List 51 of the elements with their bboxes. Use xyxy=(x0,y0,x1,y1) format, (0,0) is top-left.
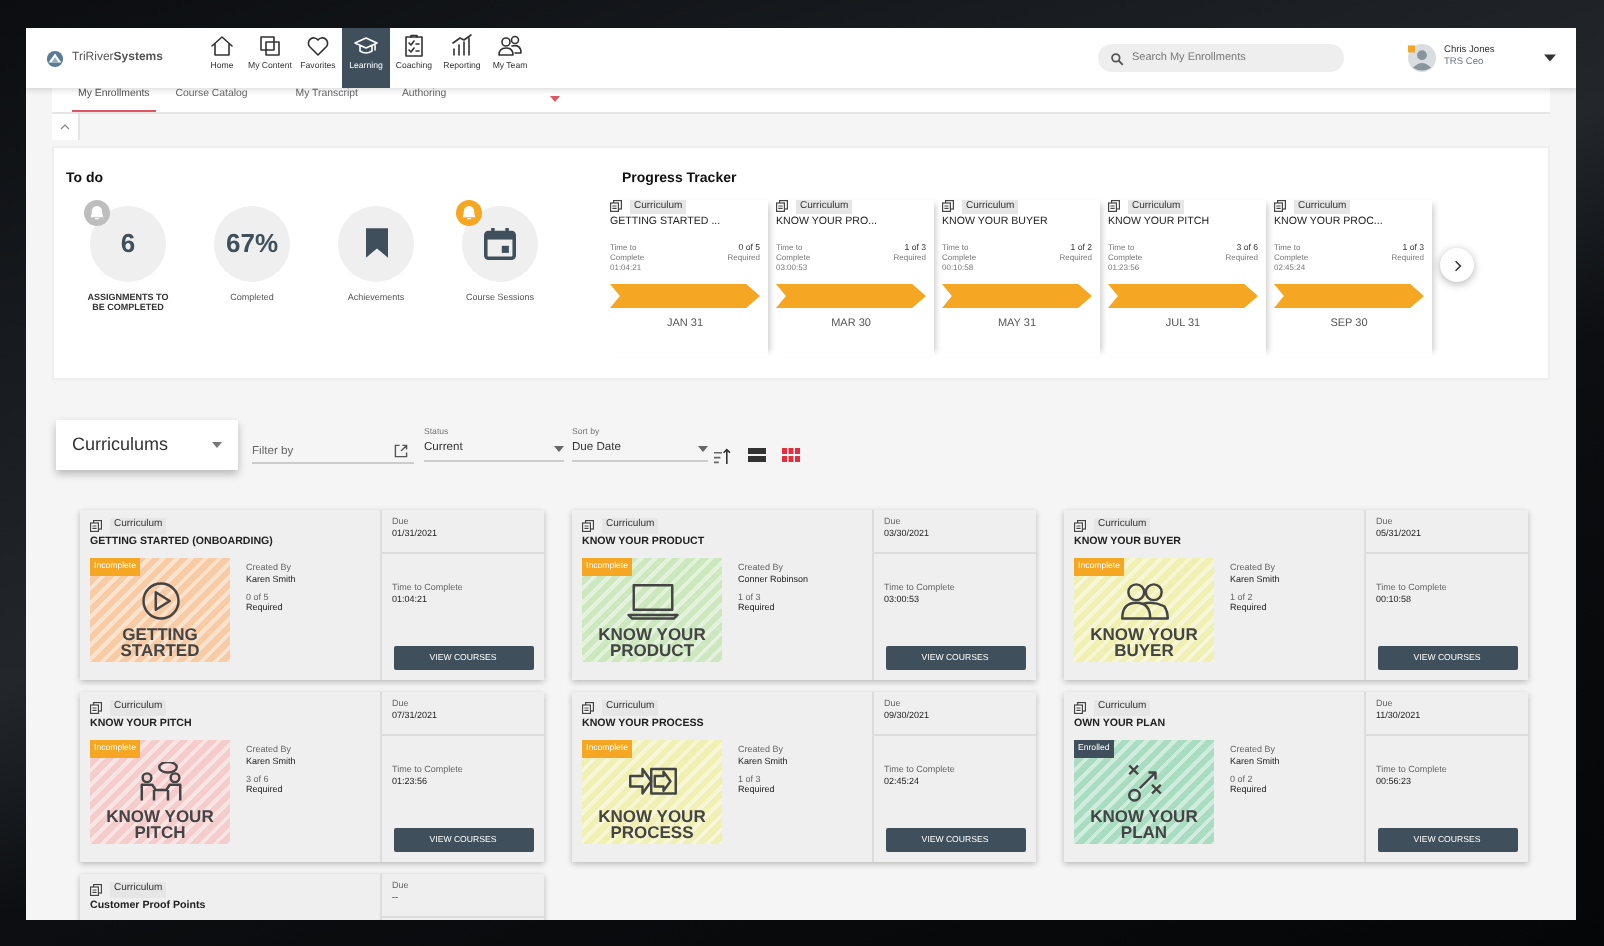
stacked-pages-icon xyxy=(942,200,954,213)
caret-icon xyxy=(212,442,222,448)
thumbnail-text: KNOW YOUR PROCESS xyxy=(596,808,708,841)
list-view-button[interactable] xyxy=(748,446,766,464)
stacked-pages-icon xyxy=(1274,200,1286,213)
stat-value: 67% xyxy=(214,205,290,281)
mortarboard-icon xyxy=(354,34,378,58)
stat-value: 6 xyxy=(90,205,166,281)
laptop-icon xyxy=(625,580,679,623)
logo-icon xyxy=(46,49,64,67)
stacked-pages-icon xyxy=(776,200,788,213)
dropdown-caret-icon[interactable] xyxy=(550,96,561,102)
stacked-pages-icon xyxy=(582,519,594,532)
grid-view-button[interactable] xyxy=(782,446,800,464)
heart-icon xyxy=(306,34,330,58)
stacked-pages-icon xyxy=(1108,200,1120,213)
chevron-right-icon xyxy=(1453,259,1461,271)
sort-icon[interactable] xyxy=(712,447,732,463)
bookmark-icon xyxy=(365,228,387,258)
squares-icon xyxy=(258,34,282,58)
thumbnail-text: KNOW YOUR PRODUCT xyxy=(596,626,708,659)
stacked-pages-icon xyxy=(90,883,102,896)
caret-icon xyxy=(698,446,708,452)
chevron-arrow-icon xyxy=(942,283,1092,308)
chevron-arrow-icon xyxy=(610,283,760,308)
chevron-up-icon xyxy=(60,124,70,130)
stacked-pages-icon xyxy=(1074,519,1086,532)
thumbnail-text: GETTING STARTED xyxy=(118,626,202,659)
thumbnail-text: KNOW YOUR PLAN xyxy=(1088,808,1200,841)
home-icon xyxy=(210,34,234,58)
stacked-pages-icon xyxy=(582,701,594,714)
thumbnail-text: KNOW YOUR BUYER xyxy=(1088,626,1200,659)
calendar-icon xyxy=(484,227,516,259)
thumbnail-text: KNOW YOUR PITCH xyxy=(104,808,216,841)
people-icon xyxy=(498,34,522,58)
search-icon xyxy=(1110,51,1124,65)
caret-icon xyxy=(554,446,564,452)
caret-icon[interactable] xyxy=(1544,54,1556,62)
chevron-arrow-icon xyxy=(1274,283,1424,308)
bar-chart-icon xyxy=(450,34,474,58)
chevron-arrow-icon xyxy=(776,283,926,308)
stacked-pages-icon xyxy=(90,519,102,532)
stacked-pages-icon xyxy=(90,701,102,714)
clipboard-icon xyxy=(402,34,426,58)
stacked-pages-icon xyxy=(610,200,622,213)
people-icon xyxy=(1117,580,1171,623)
chevron-arrow-icon xyxy=(1108,283,1258,308)
avatar-icon[interactable] xyxy=(1408,44,1436,72)
external-link-icon[interactable] xyxy=(394,444,408,458)
collection-dropdown[interactable]: Curriculums xyxy=(56,420,238,470)
stacked-pages-icon xyxy=(1074,701,1086,714)
